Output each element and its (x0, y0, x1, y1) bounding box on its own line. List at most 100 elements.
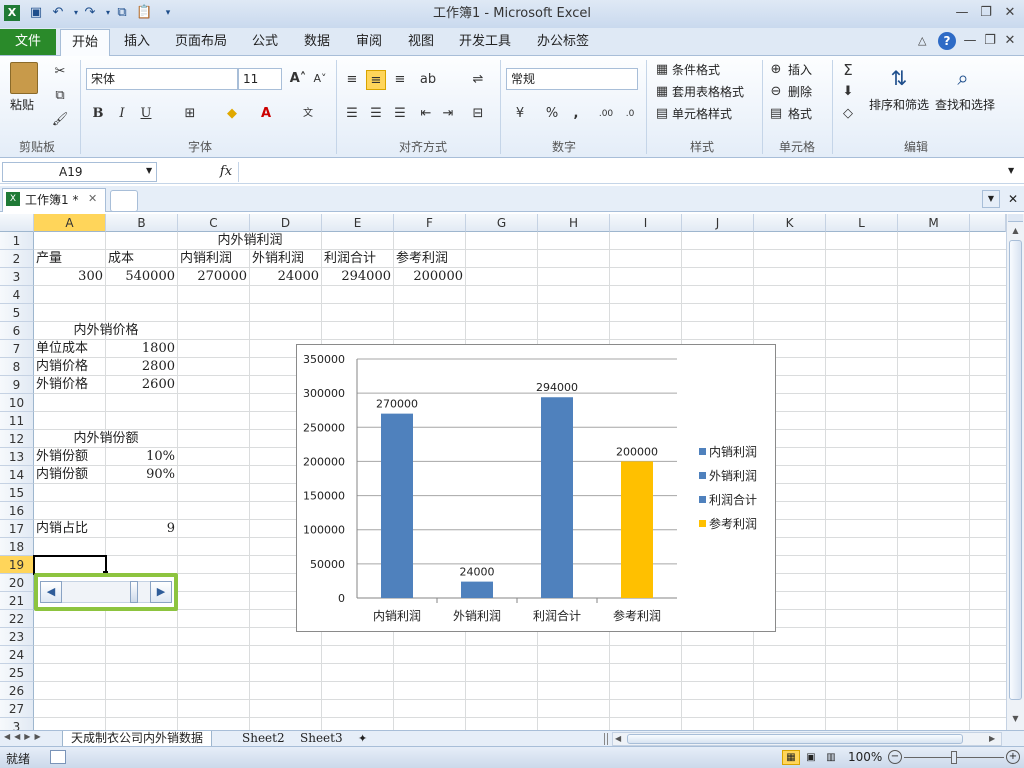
close-workbook-icon[interactable]: ✕ (1000, 32, 1020, 50)
tab-home[interactable]: 开始 (60, 29, 110, 57)
cell-D2[interactable]: 外销利润 (252, 250, 304, 268)
currency-icon[interactable]: ¥ (510, 104, 530, 124)
insert-function-button[interactable]: fx (214, 162, 238, 182)
scrollbar-form-control[interactable]: ◀ ▶ (34, 573, 178, 611)
cell-A8[interactable]: 内销价格 (36, 358, 88, 376)
scroll-right-icon[interactable]: ▶ (150, 581, 172, 603)
cell-B3[interactable]: 540000 (106, 268, 178, 286)
number-format-combo[interactable]: 常规 (506, 68, 638, 90)
cut-icon[interactable]: ✂ (50, 62, 70, 82)
font-name-combo[interactable]: 宋体 (86, 68, 238, 90)
zoom-in-icon[interactable]: + (1006, 750, 1020, 764)
font-size-combo[interactable]: 11 (238, 68, 282, 90)
scroll-down-icon[interactable]: ▼ (1008, 712, 1023, 726)
column-header[interactable]: H (538, 214, 610, 232)
row-header[interactable]: 12 (0, 430, 34, 448)
profit-bar-chart[interactable]: 0 50000 100000 150000 200000 250000 300000 3500… (296, 344, 776, 632)
merge-center-icon[interactable]: ⊟ (468, 104, 488, 124)
column-header[interactable]: J (682, 214, 754, 232)
decrease-font-icon[interactable]: A˅ (310, 69, 330, 89)
restore-window-icon[interactable]: ❐ (976, 4, 996, 22)
active-cell-A19[interactable] (33, 555, 107, 575)
tab-developer[interactable]: 开发工具 (452, 29, 518, 55)
scroll-thumb[interactable] (130, 581, 138, 603)
tab-office-tab[interactable]: 办公标签 (530, 29, 596, 55)
fill-color-icon[interactable]: ◆ (222, 104, 242, 124)
comma-style-icon[interactable]: , (566, 104, 586, 124)
cell-A6[interactable]: 内外销价格 (34, 322, 178, 340)
row-header[interactable]: 5 (0, 304, 34, 322)
cell-F3[interactable]: 200000 (394, 268, 466, 286)
cell-B2[interactable]: 成本 (108, 250, 134, 268)
cell-C1[interactable]: 内外销利润 (178, 232, 322, 250)
cell-B8[interactable]: 2800 (106, 358, 178, 376)
horizontal-scrollbar[interactable]: ◀ ▶ (612, 732, 1002, 746)
autosum-icon[interactable]: Σ (838, 60, 858, 80)
row-header[interactable]: 18 (0, 538, 34, 556)
percent-icon[interactable]: % (542, 104, 562, 124)
row-header[interactable]: 6 (0, 322, 34, 340)
insert-cells-button[interactable]: 插入 (788, 61, 812, 79)
row-header[interactable]: 19 (0, 556, 34, 574)
bold-icon[interactable]: B (88, 104, 108, 124)
scroll-left-arrow-icon[interactable]: ◀ (615, 733, 621, 745)
align-left-icon[interactable]: ☰ (342, 104, 362, 124)
tab-split-handle[interactable] (604, 733, 608, 745)
column-header[interactable]: C (178, 214, 250, 232)
align-right-icon[interactable]: ☰ (390, 104, 410, 124)
column-header[interactable]: F (394, 214, 466, 232)
copy-ribbon-icon[interactable]: ⧉ (50, 86, 70, 106)
row-header[interactable]: 11 (0, 412, 34, 430)
normal-view-icon[interactable]: ▦ (782, 750, 800, 765)
collapse-ribbon-icon[interactable]: △ (918, 33, 932, 49)
format-cells-button[interactable]: 格式 (788, 105, 812, 123)
font-color-icon[interactable]: A (256, 104, 276, 124)
row-header[interactable]: 9 (0, 376, 34, 394)
cell-A2[interactable]: 产量 (36, 250, 62, 268)
cell-B14[interactable]: 90% (106, 466, 178, 484)
page-break-view-icon[interactable]: ▥ (822, 750, 840, 765)
cell-B13[interactable]: 10% (106, 448, 178, 466)
help-icon[interactable]: ? (938, 32, 956, 50)
orientation-icon[interactable]: ab (418, 70, 438, 90)
tab-page-layout[interactable]: 页面布局 (168, 29, 234, 55)
name-box-dropdown-icon[interactable]: ▼ (146, 166, 152, 175)
row-header[interactable]: 17 (0, 520, 34, 538)
sheet-tab[interactable]: Sheet2 (234, 731, 293, 747)
row-header[interactable]: 24 (0, 646, 34, 664)
cell-A9[interactable]: 外销价格 (36, 376, 88, 394)
cell-A7[interactable]: 单位成本 (36, 340, 88, 358)
horizontal-scroll-thumb[interactable] (627, 734, 963, 744)
cell-C3[interactable]: 270000 (178, 268, 250, 286)
delete-cells-button[interactable]: 删除 (788, 83, 812, 101)
row-header[interactable]: 20 (0, 574, 34, 592)
row-header[interactable]: 8 (0, 358, 34, 376)
align-middle-icon[interactable]: ≡ (366, 70, 386, 90)
select-all-corner[interactable] (0, 214, 34, 232)
name-box[interactable]: A19 (2, 162, 157, 182)
zoom-slider-thumb[interactable] (951, 751, 957, 764)
increase-decimal-icon[interactable]: .00 (596, 104, 616, 124)
increase-font-icon[interactable]: A˄ (288, 69, 308, 89)
row-header[interactable]: 16 (0, 502, 34, 520)
sheet-tab[interactable]: Sheet3 (292, 731, 351, 747)
cell-E3[interactable]: 294000 (322, 268, 394, 286)
italic-icon[interactable]: I (112, 104, 132, 124)
cell-styles-button[interactable]: 单元格样式 (672, 105, 732, 123)
clear-icon[interactable]: ◇ (838, 104, 858, 124)
column-header[interactable]: B (106, 214, 178, 232)
minimize-window-icon[interactable]: — (952, 4, 972, 22)
column-header[interactable]: G (466, 214, 538, 232)
close-window-icon[interactable]: ✕ (1000, 4, 1020, 22)
paste-button[interactable]: 粘贴 (10, 96, 34, 114)
row-header[interactable]: 26 (0, 682, 34, 700)
format-painter-icon[interactable]: 🖌 (50, 110, 70, 130)
row-header[interactable]: 14 (0, 466, 34, 484)
close-workbook-tab-icon[interactable]: ✕ (88, 192, 97, 205)
row-header[interactable]: 1 (0, 232, 34, 250)
minimize-workbook-icon[interactable]: — (960, 32, 980, 50)
wrap-text-icon[interactable]: ⇌ (468, 70, 488, 90)
row-header[interactable]: 22 (0, 610, 34, 628)
cell-B17[interactable]: 9 (106, 520, 178, 538)
vertical-scrollbar[interactable]: ▲ ▼ (1006, 214, 1024, 730)
